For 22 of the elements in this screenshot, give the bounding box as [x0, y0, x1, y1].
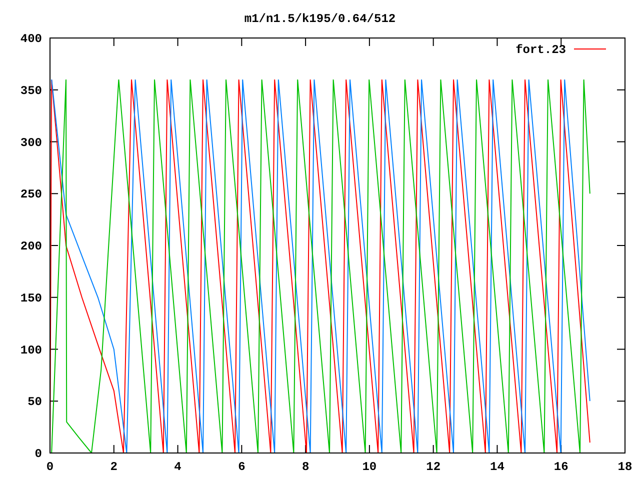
x-tick-label: 12 [426, 460, 441, 474]
y-tick-label: 0 [34, 447, 42, 461]
x-tick-label: 10 [362, 460, 377, 474]
x-tick-label: 0 [46, 460, 54, 474]
x-tick-label: 8 [302, 460, 310, 474]
legend-line [574, 48, 606, 50]
x-tick-label: 16 [554, 460, 568, 474]
x-tick-label: 4 [174, 460, 182, 474]
y-tick-label: 300 [20, 136, 42, 150]
y-tick-label: 200 [20, 240, 42, 254]
x-tick-label: 6 [238, 460, 246, 474]
y-tick-label: 150 [20, 291, 42, 306]
y-tick-label: 350 [20, 84, 42, 98]
y-tick-label: 400 [20, 32, 42, 46]
x-tick-label: 18 [618, 460, 632, 474]
legend-label: fort.23 [516, 43, 566, 57]
x-tick-label: 14 [490, 460, 504, 474]
x-tick-label: 2 [110, 460, 118, 474]
y-tick-label: 100 [20, 343, 42, 358]
y-tick-label: 250 [20, 188, 42, 202]
y-tick-label: 50 [28, 395, 42, 410]
chart-title: m1/n1.5/k195/0.64/512 [244, 12, 396, 26]
